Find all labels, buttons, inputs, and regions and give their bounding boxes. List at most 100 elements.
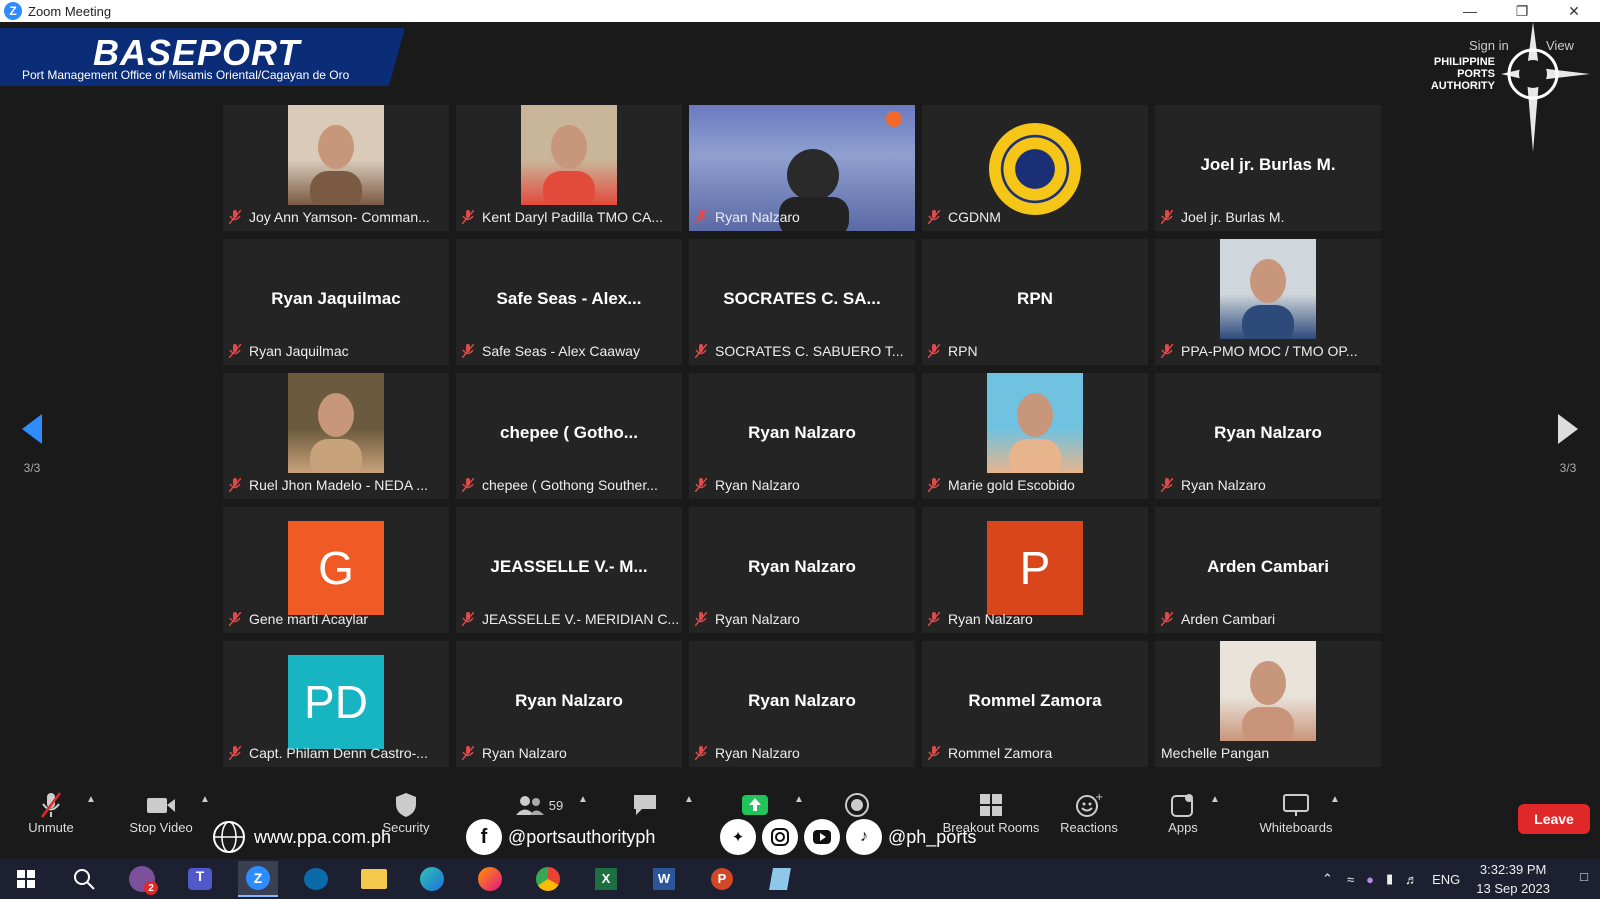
participant-tile[interactable]: SOCRATES C. SA... SOCRATES C. SABUERO T..… xyxy=(689,239,915,365)
notepad-app-icon[interactable] xyxy=(760,861,800,897)
apps-label: Apps xyxy=(1168,820,1198,835)
participant-name-label: CGDNM xyxy=(927,207,1001,227)
participant-tile[interactable]: Joel jr. Burlas M. Joel jr. Burlas M. xyxy=(1155,105,1381,231)
stop-video-button[interactable]: Stop Video xyxy=(116,790,206,835)
muted-mic-icon xyxy=(228,477,242,493)
participant-tile[interactable]: Ryan Jaquilmac Ryan Jaquilmac xyxy=(223,239,449,365)
participant-display-name: Ryan Nalzaro xyxy=(1214,423,1322,442)
participants-options-chevron-icon[interactable]: ▲ xyxy=(578,794,588,805)
record-button[interactable] xyxy=(812,790,902,820)
participant-tile[interactable]: Safe Seas - Alex... Safe Seas - Alex Caaw… xyxy=(456,239,682,365)
participant-tile[interactable]: chepee ( Gotho... chepee ( Gothong Southe… xyxy=(456,373,682,499)
volume-icon[interactable]: ♬ xyxy=(1405,872,1418,887)
participant-tile[interactable]: G Gene marti Acaylar xyxy=(223,507,449,633)
participant-tile[interactable]: Ryan Nalzaro Ryan Nalzaro xyxy=(689,373,915,499)
participant-name-label: Joel jr. Burlas M. xyxy=(1160,207,1285,227)
whiteboards-options-chevron-icon[interactable]: ▲ xyxy=(1330,794,1340,805)
participant-name-label: Ryan Nalzaro xyxy=(694,207,800,227)
clock[interactable]: 3:32:39 PM 13 Sep 2023 xyxy=(1476,860,1550,898)
participant-tile[interactable]: Ryan Nalzaro Ryan Nalzaro xyxy=(456,641,682,767)
excel-app-icon[interactable]: X xyxy=(586,861,626,897)
participant-tile[interactable]: Arden Cambari Arden Cambari xyxy=(1155,507,1381,633)
participant-tile[interactable]: RPN RPN xyxy=(922,239,1148,365)
participant-tile[interactable]: JEASSELLE V.- M... JEASSELLE V.- MERIDIAN… xyxy=(456,507,682,633)
participant-tile[interactable]: Ryan Nalzaro Ryan Nalzaro xyxy=(689,641,915,767)
teams-app-icon[interactable]: T xyxy=(180,861,220,897)
participant-video-thumbnail xyxy=(987,373,1083,479)
prev-page-nav[interactable]: 3/3 xyxy=(20,412,44,475)
muted-mic-icon xyxy=(694,611,708,627)
participant-tile[interactable]: Ryan Nalzaro Ryan Nalzaro xyxy=(689,507,915,633)
video-options-chevron-icon[interactable]: ▲ xyxy=(200,794,210,805)
participant-tile[interactable]: PD Capt. Philam Denn Castro-... xyxy=(223,641,449,767)
restore-icon[interactable]: ❐ xyxy=(1496,0,1548,22)
participant-tile[interactable]: Marie gold Escobido xyxy=(922,373,1148,499)
participant-name-text: JEASSELLE V.- MERIDIAN C... xyxy=(482,611,680,627)
system-tray: ⌃ ≈ ● ▮ ♬ ENG 3:32:39 PM 13 Sep 2023 □ xyxy=(1322,859,1600,899)
file-explorer-icon[interactable] xyxy=(354,861,394,897)
search-icon[interactable] xyxy=(64,861,104,897)
audio-options-chevron-icon[interactable]: ▲ xyxy=(86,794,96,805)
participant-name-label: Gene marti Acaylar xyxy=(228,609,369,629)
participant-name-label: Marie gold Escobido xyxy=(927,475,1075,495)
wifi-icon[interactable]: ≈ xyxy=(1347,872,1354,887)
chat-options-chevron-icon[interactable]: ▲ xyxy=(684,794,694,805)
share-options-chevron-icon[interactable]: ▲ xyxy=(794,794,804,805)
participant-name-text: Marie gold Escobido xyxy=(948,477,1075,493)
close-icon[interactable]: ✕ xyxy=(1548,0,1600,22)
participant-name-text: Joel jr. Burlas M. xyxy=(1181,209,1285,225)
participant-name-label: Capt. Philam Denn Castro-... xyxy=(228,743,428,763)
powerpoint-app-icon[interactable]: P xyxy=(702,861,742,897)
arrow-right-icon xyxy=(1558,414,1578,444)
participant-tile[interactable]: Mechelle Pangan xyxy=(1155,641,1381,767)
participant-tile[interactable]: Ruel Jhon Madelo - NEDA ... xyxy=(223,373,449,499)
participant-name-text: Gene marti Acaylar xyxy=(249,611,369,627)
video-camera-icon xyxy=(116,790,206,820)
zoom-app-icon[interactable]: Z xyxy=(238,861,278,897)
participant-video-thumbnail xyxy=(288,105,384,211)
participant-tile[interactable]: Kent Daryl Padilla TMO CA... xyxy=(456,105,682,231)
participant-display-name: Joel jr. Burlas M. xyxy=(1200,155,1336,174)
muted-mic-icon xyxy=(228,611,242,627)
reactions-button[interactable]: + Reactions xyxy=(1044,790,1134,835)
participant-name-text: Ryan Nalzaro xyxy=(948,611,1033,627)
firefox-browser-icon[interactable] xyxy=(470,861,510,897)
edge-browser-icon[interactable] xyxy=(412,861,452,897)
participant-tile[interactable]: P Ryan Nalzaro xyxy=(922,507,1148,633)
minimize-icon[interactable]: — xyxy=(1444,0,1496,22)
participant-tile[interactable]: CGDNM xyxy=(922,105,1148,231)
muted-mic-icon xyxy=(228,343,242,359)
participant-name-text: Kent Daryl Padilla TMO CA... xyxy=(482,209,664,225)
chat-button[interactable] xyxy=(600,790,690,820)
participant-name-label: PPA-PMO MOC / TMO OP... xyxy=(1160,341,1358,361)
share-screen-button[interactable] xyxy=(710,790,800,820)
viber-app-icon[interactable]: 2 xyxy=(122,861,162,897)
viber-tray-icon[interactable]: ● xyxy=(1366,872,1374,887)
whiteboards-label: Whiteboards xyxy=(1259,820,1333,835)
battery-icon[interactable]: ▮ xyxy=(1386,871,1393,887)
windows-start-icon[interactable] xyxy=(6,861,46,897)
breakout-rooms-icon xyxy=(936,790,1046,820)
participant-display-name: Rommel Zamora xyxy=(968,691,1102,710)
chrome-browser-icon[interactable] xyxy=(528,861,568,897)
word-app-icon[interactable]: W xyxy=(644,861,684,897)
svg-text:+: + xyxy=(1095,792,1103,803)
participants-button[interactable]: 59 xyxy=(494,790,584,820)
apps-options-chevron-icon[interactable]: ▲ xyxy=(1210,794,1220,805)
record-icon xyxy=(812,790,902,820)
shield-icon xyxy=(361,790,451,820)
participant-tile[interactable]: Joy Ann Yamson- Comman... xyxy=(223,105,449,231)
notifications-icon[interactable]: □ xyxy=(1580,869,1588,884)
participant-tile[interactable]: Rommel Zamora Rommel Zamora xyxy=(922,641,1148,767)
participant-tile[interactable]: PPA-PMO MOC / TMO OP... xyxy=(1155,239,1381,365)
tray-expand-chevron-icon[interactable]: ⌃ xyxy=(1322,871,1333,887)
participant-tile[interactable]: Ryan Nalzaro Ryan Nalzaro xyxy=(1155,373,1381,499)
language-indicator[interactable]: ENG xyxy=(1432,872,1460,887)
participant-tile[interactable]: Ryan Nalzaro xyxy=(689,105,915,231)
unmute-button[interactable]: Unmute xyxy=(6,790,96,835)
participant-display-name: RPN xyxy=(1017,289,1053,308)
participant-name-text: Rommel Zamora xyxy=(948,745,1053,761)
leave-button[interactable]: Leave xyxy=(1518,804,1590,834)
next-page-nav[interactable]: 3/3 xyxy=(1556,412,1580,475)
webex-app-icon[interactable] xyxy=(296,861,336,897)
